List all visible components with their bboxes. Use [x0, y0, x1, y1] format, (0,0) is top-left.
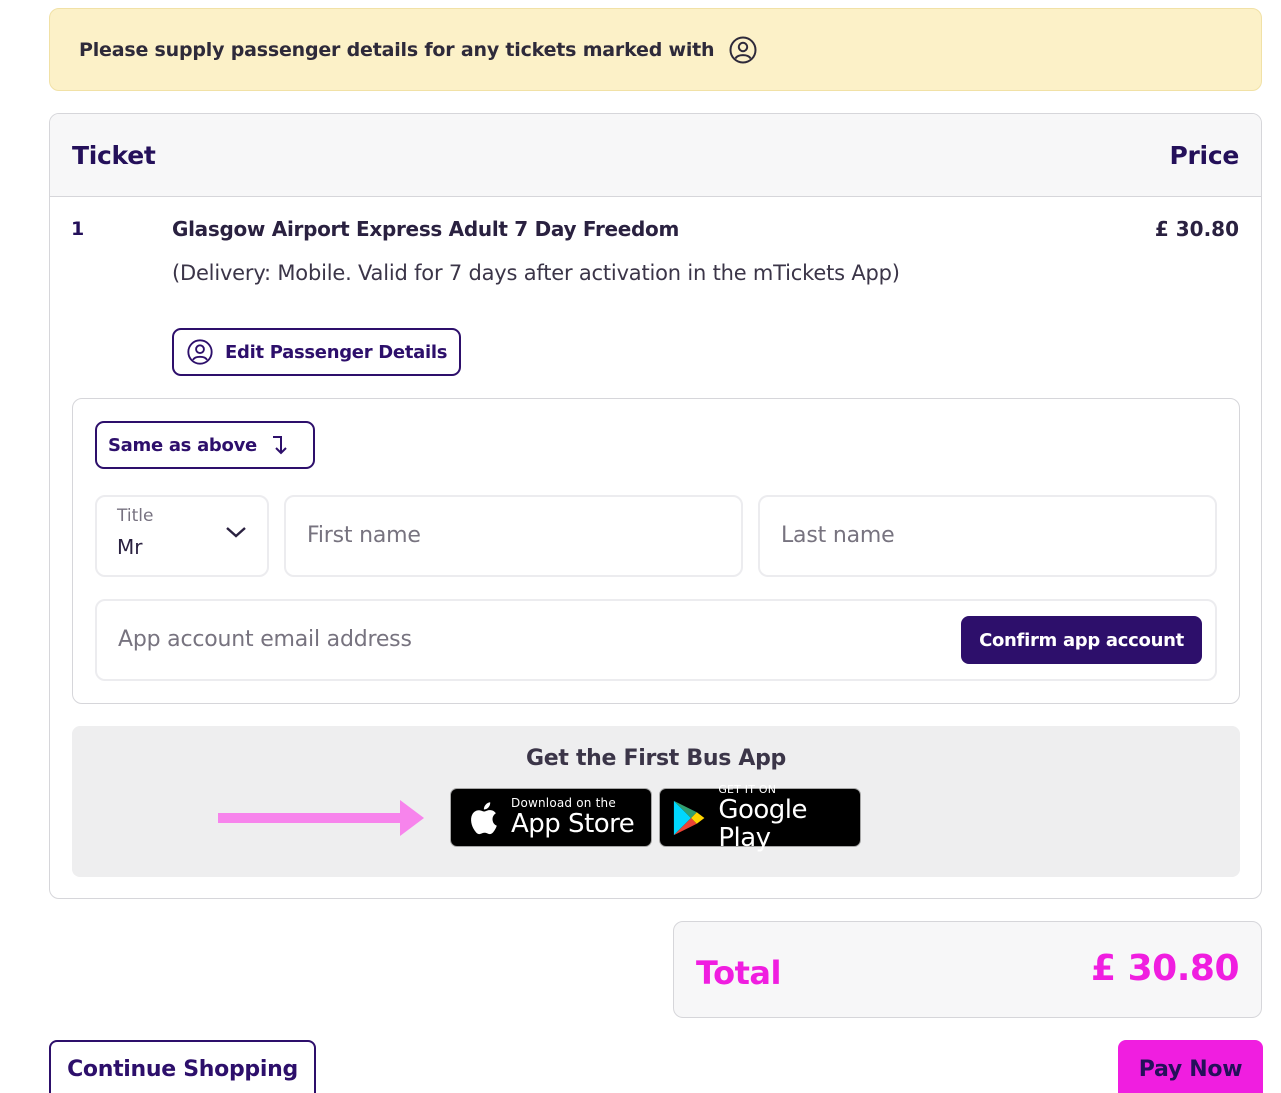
apple-icon — [471, 801, 497, 834]
arrow-right-icon — [218, 800, 424, 836]
ticket-panel: Ticket Price 1 Glasgow Airport Express A… — [49, 113, 1262, 899]
ticket-name: Glasgow Airport Express Adult 7 Day Free… — [172, 217, 680, 241]
chevron-down-icon — [226, 527, 246, 538]
person-circle-icon — [729, 36, 757, 63]
title-field-label: Title — [117, 506, 154, 526]
ticket-column-header: Ticket — [72, 140, 156, 170]
total-value: £ 30.80 — [1091, 948, 1239, 989]
ticket-row-index: 1 — [71, 218, 85, 240]
app-section-title: Get the First Bus App — [525, 746, 786, 771]
arrow-turn-down-icon — [272, 436, 287, 455]
google-play-big-text: Google Play — [718, 795, 807, 853]
total-label: Total — [696, 954, 781, 992]
same-as-above-label: Same as above — [108, 434, 257, 456]
app-email-placeholder: App account email address — [118, 627, 412, 652]
app-store-big-text: App Store — [511, 809, 635, 839]
continue-shopping-button[interactable]: Continue Shopping — [49, 1040, 316, 1093]
app-download-section: Get the First Bus App Download on the Ap… — [72, 726, 1240, 877]
title-select[interactable]: Title Mr — [95, 495, 269, 577]
ticket-table-header: Ticket Price — [50, 114, 1261, 197]
ticket-description: (Delivery: Mobile. Valid for 7 days afte… — [172, 261, 900, 285]
confirm-app-account-button[interactable]: Confirm app account — [961, 616, 1202, 664]
pay-now-button[interactable]: Pay Now — [1118, 1040, 1263, 1093]
first-name-field[interactable]: First name — [284, 495, 743, 577]
total-summary: Total £ 30.80 — [673, 921, 1262, 1018]
passenger-details-form: Same as above Title Mr First name Last n… — [72, 398, 1240, 704]
last-name-placeholder: Last name — [781, 523, 895, 548]
edit-passenger-details-button[interactable]: Edit Passenger Details — [172, 328, 461, 376]
app-email-field[interactable]: App account email address Confirm app ac… — [95, 599, 1217, 681]
person-circle-icon — [187, 339, 213, 365]
last-name-field[interactable]: Last name — [758, 495, 1217, 577]
title-selected-value: Mr — [117, 535, 143, 559]
google-play-badge[interactable]: GET IT ON Google Play — [659, 783, 861, 852]
ticket-price: £ 30.80 — [1154, 217, 1239, 241]
passenger-details-notice: Please supply passenger details for any … — [49, 8, 1262, 91]
price-column-header: Price — [1169, 140, 1240, 170]
google-play-icon — [673, 800, 705, 835]
same-as-above-button[interactable]: Same as above — [95, 421, 315, 469]
app-store-badge[interactable]: Download on the App Store — [450, 788, 652, 847]
notice-text: Please supply passenger details for any … — [79, 38, 715, 61]
edit-passenger-details-label: Edit Passenger Details — [225, 341, 448, 363]
first-name-placeholder: First name — [307, 523, 421, 548]
